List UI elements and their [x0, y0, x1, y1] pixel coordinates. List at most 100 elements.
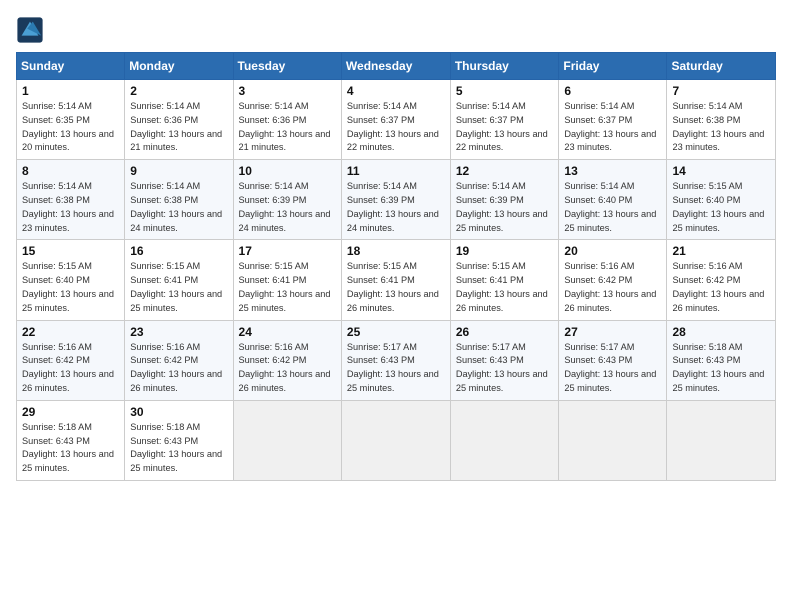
day-number: 11: [347, 164, 445, 178]
day-number: 23: [130, 325, 227, 339]
calendar-cell: 15 Sunrise: 5:15 AMSunset: 6:40 PMDayligh…: [17, 240, 125, 320]
calendar-cell: 27 Sunrise: 5:17 AMSunset: 6:43 PMDayligh…: [559, 320, 667, 400]
calendar-cell: 7 Sunrise: 5:14 AMSunset: 6:38 PMDaylight…: [667, 80, 776, 160]
day-info: Sunrise: 5:18 AMSunset: 6:43 PMDaylight:…: [672, 341, 770, 396]
day-number: 20: [564, 244, 661, 258]
day-number: 15: [22, 244, 119, 258]
calendar-week-3: 15 Sunrise: 5:15 AMSunset: 6:40 PMDayligh…: [17, 240, 776, 320]
day-info: Sunrise: 5:15 AMSunset: 6:40 PMDaylight:…: [22, 260, 119, 315]
day-number: 10: [239, 164, 336, 178]
column-header-tuesday: Tuesday: [233, 53, 341, 80]
calendar-cell: 4 Sunrise: 5:14 AMSunset: 6:37 PMDaylight…: [341, 80, 450, 160]
calendar-cell: 10 Sunrise: 5:14 AMSunset: 6:39 PMDayligh…: [233, 160, 341, 240]
calendar-week-5: 29Sunrise: 5:18 AMSunset: 6:43 PMDayligh…: [17, 400, 776, 480]
calendar-cell: 3 Sunrise: 5:14 AMSunset: 6:36 PMDaylight…: [233, 80, 341, 160]
day-number: 8: [22, 164, 119, 178]
calendar-cell: 13Sunrise: 5:14 AMSunset: 6:40 PMDayligh…: [559, 160, 667, 240]
day-info: Sunrise: 5:14 AMSunset: 6:38 PMDaylight:…: [130, 180, 227, 235]
calendar-cell: 14Sunrise: 5:15 AMSunset: 6:40 PMDayligh…: [667, 160, 776, 240]
column-header-sunday: Sunday: [17, 53, 125, 80]
calendar-week-1: 1 Sunrise: 5:14 AMSunset: 6:35 PMDaylight…: [17, 80, 776, 160]
calendar-cell: 26Sunrise: 5:17 AMSunset: 6:43 PMDayligh…: [450, 320, 559, 400]
calendar-cell: 20 Sunrise: 5:16 AMSunset: 6:42 PMDayligh…: [559, 240, 667, 320]
calendar-cell: [450, 400, 559, 480]
calendar-cell: 21Sunrise: 5:16 AMSunset: 6:42 PMDayligh…: [667, 240, 776, 320]
calendar-cell: 1 Sunrise: 5:14 AMSunset: 6:35 PMDaylight…: [17, 80, 125, 160]
day-info: Sunrise: 5:18 AMSunset: 6:43 PMDaylight:…: [130, 421, 227, 476]
calendar-cell: 2Sunrise: 5:14 AMSunset: 6:36 PMDaylight…: [125, 80, 233, 160]
day-info: Sunrise: 5:14 AMSunset: 6:39 PMDaylight:…: [456, 180, 554, 235]
logo-icon: [16, 16, 44, 44]
day-number: 22: [22, 325, 119, 339]
day-info: Sunrise: 5:14 AMSunset: 6:37 PMDaylight:…: [347, 100, 445, 155]
day-number: 19: [456, 244, 554, 258]
day-info: Sunrise: 5:14 AMSunset: 6:39 PMDaylight:…: [347, 180, 445, 235]
day-info: Sunrise: 5:17 AMSunset: 6:43 PMDaylight:…: [347, 341, 445, 396]
column-header-friday: Friday: [559, 53, 667, 80]
calendar-week-2: 8 Sunrise: 5:14 AMSunset: 6:38 PMDaylight…: [17, 160, 776, 240]
calendar-cell: 24 Sunrise: 5:16 AMSunset: 6:42 PMDayligh…: [233, 320, 341, 400]
day-info: Sunrise: 5:17 AMSunset: 6:43 PMDaylight:…: [564, 341, 661, 396]
day-number: 24: [239, 325, 336, 339]
calendar-cell: 30 Sunrise: 5:18 AMSunset: 6:43 PMDayligh…: [125, 400, 233, 480]
calendar-cell: 11 Sunrise: 5:14 AMSunset: 6:39 PMDayligh…: [341, 160, 450, 240]
day-number: 6: [564, 84, 661, 98]
calendar-cell: 19 Sunrise: 5:15 AMSunset: 6:41 PMDayligh…: [450, 240, 559, 320]
page-header: [16, 16, 776, 44]
calendar-table: SundayMondayTuesdayWednesdayThursdayFrid…: [16, 52, 776, 481]
day-number: 18: [347, 244, 445, 258]
calendar-cell: [559, 400, 667, 480]
calendar-cell: [341, 400, 450, 480]
day-number: 5: [456, 84, 554, 98]
calendar-cell: 6Sunrise: 5:14 AMSunset: 6:37 PMDaylight…: [559, 80, 667, 160]
day-info: Sunrise: 5:14 AMSunset: 6:37 PMDaylight:…: [456, 100, 554, 155]
calendar-week-4: 22 Sunrise: 5:16 AMSunset: 6:42 PMDayligh…: [17, 320, 776, 400]
day-info: Sunrise: 5:15 AMSunset: 6:41 PMDaylight:…: [239, 260, 336, 315]
day-number: 7: [672, 84, 770, 98]
calendar-cell: 22 Sunrise: 5:16 AMSunset: 6:42 PMDayligh…: [17, 320, 125, 400]
calendar-cell: 28 Sunrise: 5:18 AMSunset: 6:43 PMDayligh…: [667, 320, 776, 400]
day-number: 28: [672, 325, 770, 339]
day-number: 1: [22, 84, 119, 98]
logo: [16, 16, 48, 44]
day-number: 12: [456, 164, 554, 178]
day-info: Sunrise: 5:16 AMSunset: 6:42 PMDaylight:…: [564, 260, 661, 315]
day-number: 2: [130, 84, 227, 98]
day-number: 16: [130, 244, 227, 258]
day-number: 25: [347, 325, 445, 339]
calendar-cell: 29Sunrise: 5:18 AMSunset: 6:43 PMDayligh…: [17, 400, 125, 480]
column-header-wednesday: Wednesday: [341, 53, 450, 80]
calendar-cell: 5 Sunrise: 5:14 AMSunset: 6:37 PMDaylight…: [450, 80, 559, 160]
calendar-cell: [233, 400, 341, 480]
calendar-cell: 17 Sunrise: 5:15 AMSunset: 6:41 PMDayligh…: [233, 240, 341, 320]
day-number: 27: [564, 325, 661, 339]
day-info: Sunrise: 5:15 AMSunset: 6:41 PMDaylight:…: [456, 260, 554, 315]
day-number: 21: [672, 244, 770, 258]
day-info: Sunrise: 5:16 AMSunset: 6:42 PMDaylight:…: [22, 341, 119, 396]
calendar-cell: 25 Sunrise: 5:17 AMSunset: 6:43 PMDayligh…: [341, 320, 450, 400]
day-info: Sunrise: 5:16 AMSunset: 6:42 PMDaylight:…: [239, 341, 336, 396]
column-header-thursday: Thursday: [450, 53, 559, 80]
column-header-saturday: Saturday: [667, 53, 776, 80]
calendar-cell: 18Sunrise: 5:15 AMSunset: 6:41 PMDayligh…: [341, 240, 450, 320]
column-header-monday: Monday: [125, 53, 233, 80]
day-number: 14: [672, 164, 770, 178]
calendar-cell: [667, 400, 776, 480]
day-info: Sunrise: 5:14 AMSunset: 6:35 PMDaylight:…: [22, 100, 119, 155]
day-number: 3: [239, 84, 336, 98]
day-number: 17: [239, 244, 336, 258]
day-info: Sunrise: 5:14 AMSunset: 6:36 PMDaylight:…: [239, 100, 336, 155]
day-info: Sunrise: 5:18 AMSunset: 6:43 PMDaylight:…: [22, 421, 119, 476]
day-number: 4: [347, 84, 445, 98]
day-number: 9: [130, 164, 227, 178]
calendar-cell: 23 Sunrise: 5:16 AMSunset: 6:42 PMDayligh…: [125, 320, 233, 400]
day-info: Sunrise: 5:16 AMSunset: 6:42 PMDaylight:…: [130, 341, 227, 396]
day-info: Sunrise: 5:17 AMSunset: 6:43 PMDaylight:…: [456, 341, 554, 396]
day-info: Sunrise: 5:14 AMSunset: 6:39 PMDaylight:…: [239, 180, 336, 235]
day-number: 30: [130, 405, 227, 419]
day-number: 13: [564, 164, 661, 178]
calendar-cell: 8Sunrise: 5:14 AMSunset: 6:38 PMDaylight…: [17, 160, 125, 240]
day-info: Sunrise: 5:15 AMSunset: 6:41 PMDaylight:…: [130, 260, 227, 315]
day-info: Sunrise: 5:14 AMSunset: 6:38 PMDaylight:…: [672, 100, 770, 155]
calendar-cell: 9 Sunrise: 5:14 AMSunset: 6:38 PMDaylight…: [125, 160, 233, 240]
